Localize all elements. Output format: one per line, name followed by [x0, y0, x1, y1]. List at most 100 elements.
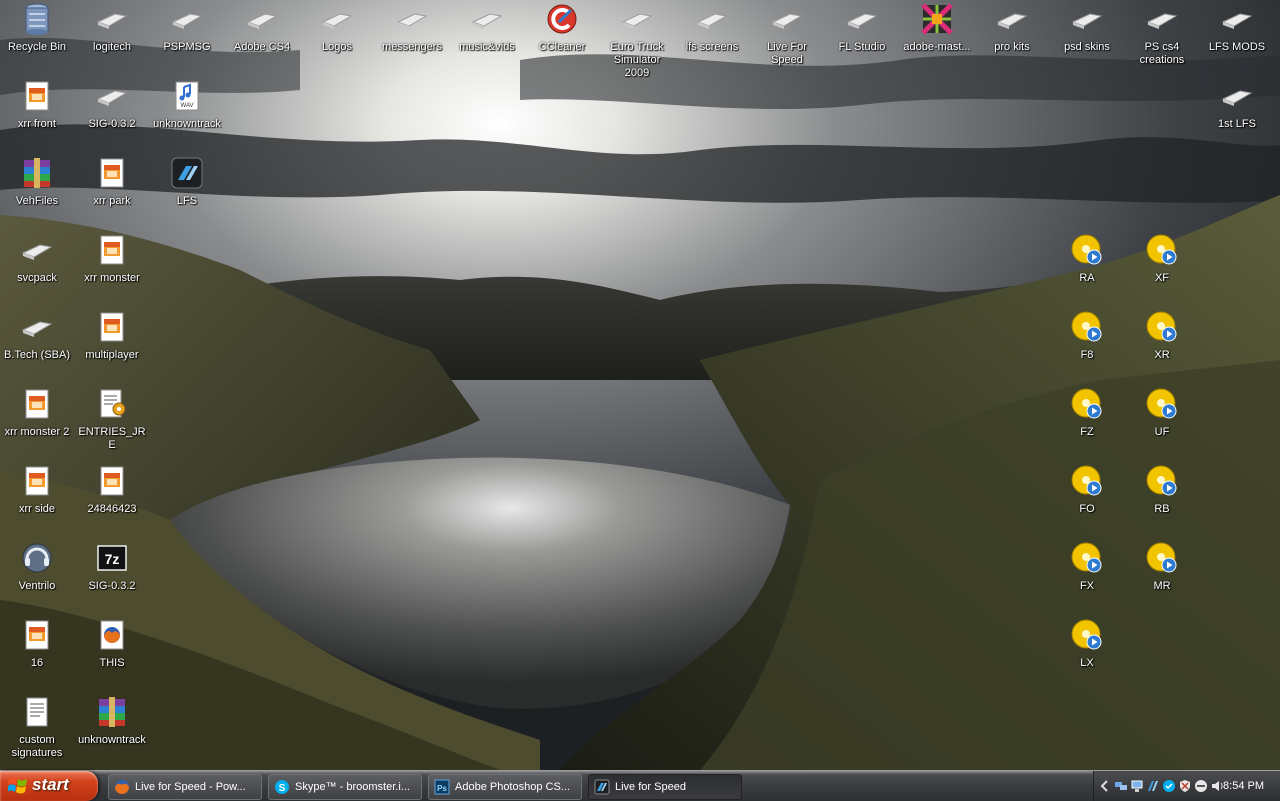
desktop-icon-f8[interactable]: F8	[1050, 308, 1124, 380]
desktop-icon-1st-lfs[interactable]: 1st LFS	[1200, 77, 1274, 149]
taskbar-button-live-for-speed[interactable]: Live for Speed	[588, 774, 742, 800]
desktop-icon-16[interactable]: 16	[0, 616, 74, 688]
desktop-icon-ventrilo[interactable]: Ventrilo	[0, 539, 74, 611]
desktop-icon-lfs-mods[interactable]: LFS MODS	[1200, 0, 1274, 72]
desktop-icon-euro-truck[interactable]: Euro Truck Simulator 2009	[600, 0, 674, 79]
folder-icon	[845, 2, 879, 36]
tray-expand-chevron-icon[interactable]	[1098, 779, 1112, 793]
desktop-icon-this[interactable]: THIS	[75, 616, 149, 688]
svg-text:S: S	[279, 783, 286, 794]
network-connection-icon[interactable]	[1130, 779, 1144, 793]
desktop-icon-btech[interactable]: B.Tech (SBA)	[0, 308, 74, 380]
image-file-icon	[95, 156, 129, 190]
desktop-icon-logos[interactable]: Logos	[300, 0, 374, 72]
desktop-icon-24846423[interactable]: 24846423	[75, 462, 149, 534]
desktop-icon-messengers[interactable]: messengers	[375, 0, 449, 72]
folder-icon	[620, 2, 654, 36]
desktop-icon-xrr-front[interactable]: xrr front	[0, 77, 74, 149]
desktop-icon-xf[interactable]: XF	[1125, 231, 1199, 303]
desktop-icon-ccleaner[interactable]: CCleaner	[525, 0, 599, 72]
desktop-icon-psd-skins[interactable]: psd skins	[1050, 0, 1124, 72]
media-disc-icon	[1070, 310, 1104, 344]
desktop-icon-sig-0-3-2-folder[interactable]: SIG-0.3.2	[75, 77, 149, 149]
desktop-icon-fo[interactable]: FO	[1050, 462, 1124, 534]
desktop-icon-label: RB	[1154, 503, 1170, 515]
desktop-icon-xrr-side[interactable]: xrr side	[0, 462, 74, 534]
shield-icon[interactable]	[1178, 779, 1192, 793]
winrar-archive-icon	[20, 156, 54, 190]
desktop: Recycle Bin xrr front VehFiles svcpack B…	[0, 0, 1280, 770]
desktop-icon-lfs[interactable]: LFS	[150, 154, 224, 226]
image-file-icon	[95, 310, 129, 344]
folder-icon	[320, 2, 354, 36]
folder-icon	[170, 2, 204, 36]
wav-audio-file-icon: WAV	[170, 79, 204, 113]
desktop-icon-label: SIG-0.3.2	[88, 580, 136, 592]
skype-icon: S	[275, 780, 289, 794]
taskbar-button-photoshop[interactable]: Ps Adobe Photoshop CS...	[428, 774, 582, 800]
desktop-icon-label: LX	[1080, 657, 1094, 669]
desktop-icon-uf[interactable]: UF	[1125, 385, 1199, 457]
desktop-icon-adobe-master[interactable]: adobe-mast...	[900, 0, 974, 72]
desktop-icon-lfs-screens[interactable]: lfs screens	[675, 0, 749, 72]
start-button[interactable]: start	[0, 771, 98, 801]
desktop-icon-fz[interactable]: FZ	[1050, 385, 1124, 457]
desktop-icon-label: xrr monster 2	[4, 426, 70, 438]
folder-icon	[245, 2, 279, 36]
desktop-icon-live-for-speed[interactable]: Live For Speed	[750, 0, 824, 72]
skype-tray-icon[interactable]	[1162, 779, 1176, 793]
desktop-icon-label: xrr park	[93, 195, 131, 207]
desktop-icon-label: lfs screens	[685, 41, 739, 53]
desktop-icon-label: 24846423	[87, 503, 137, 515]
desktop-icon-ps-cs4-creations[interactable]: PS cs4 creations	[1125, 0, 1199, 72]
desktop-icon-mr[interactable]: MR	[1125, 539, 1199, 611]
desktop-icon-label: Logos	[322, 41, 352, 53]
desktop-icon-label: THIS	[99, 657, 125, 669]
volume-icon[interactable]	[1210, 779, 1224, 793]
desktop-icon-sig-0-3-2-archive[interactable]: 7z SIG-0.3.2	[75, 539, 149, 611]
desktop-icon-music-vids[interactable]: music&vids	[450, 0, 524, 72]
desktop-icon-lx[interactable]: LX	[1050, 616, 1124, 688]
folder-icon	[1145, 2, 1179, 36]
desktop-icon-xrr-monster-2[interactable]: xrr monster 2	[0, 385, 74, 457]
desktop-icon-rb[interactable]: RB	[1125, 462, 1199, 534]
taskbar-button-label: Skype™ - broomster.i...	[295, 781, 410, 793]
desktop-icon-vehfiles[interactable]: VehFiles	[0, 154, 74, 226]
desktop-icon-pspmsg[interactable]: PSPMSG	[150, 0, 224, 72]
desktop-icon-label: PS cs4 creations	[1139, 41, 1185, 66]
image-file-icon	[95, 464, 129, 498]
desktop-icon-unknowntrack-wav[interactable]: WAV unknowntrack	[150, 77, 224, 149]
desktop-icon-label: unknowntrack	[153, 118, 221, 130]
desktop-icon-xrr-monster[interactable]: xrr monster	[75, 231, 149, 303]
desktop-icon-label: PSPMSG	[163, 41, 211, 53]
desktop-icon-multiplayer[interactable]: multiplayer	[75, 308, 149, 380]
svg-text:WAV: WAV	[181, 103, 194, 109]
taskbar-button-skype[interactable]: S Skype™ - broomster.i...	[268, 774, 422, 800]
status-icon[interactable]	[1194, 779, 1208, 793]
desktop-icon-pro-kits[interactable]: pro kits	[975, 0, 1049, 72]
desktop-icon-svcpack[interactable]: svcpack	[0, 231, 74, 303]
desktop-icon-recycle-bin[interactable]: Recycle Bin	[0, 0, 74, 72]
taskbar-button-live-for-speed-firefox[interactable]: Live for Speed - Pow...	[108, 774, 262, 800]
desktop-icon-logitech[interactable]: logitech	[75, 0, 149, 72]
photoshop-icon: Ps	[434, 779, 450, 795]
folder-icon	[95, 2, 129, 36]
desktop-icon-fl-studio[interactable]: FL Studio	[825, 0, 899, 72]
desktop-icon-adobe-cs4[interactable]: Adobe CS4	[225, 0, 299, 72]
network-icon[interactable]	[1114, 779, 1128, 793]
folder-icon	[695, 2, 729, 36]
desktop-icon-custom-signatures[interactable]: custom signatures	[0, 693, 74, 765]
desktop-icon-ra[interactable]: RA	[1050, 231, 1124, 303]
adobe-master-collection-icon	[920, 2, 954, 36]
desktop-icon-entries-jre[interactable]: ENTRIES_JRE	[75, 385, 149, 457]
taskbar-button-label: Live for Speed - Pow...	[135, 781, 246, 793]
desktop-icon-unknowntrack-rar[interactable]: unknowntrack	[75, 693, 149, 765]
desktop-icon-xr[interactable]: XR	[1125, 308, 1199, 380]
desktop-icon-label: FX	[1079, 580, 1095, 592]
lfs-tray-icon[interactable]	[1146, 779, 1160, 793]
desktop-icon-xrr-park[interactable]: xrr park	[75, 154, 149, 226]
folder-icon	[20, 310, 54, 344]
desktop-icon-fx[interactable]: FX	[1050, 539, 1124, 611]
text-document-icon	[20, 695, 54, 729]
taskbar-clock[interactable]: 8:54 PM	[1223, 771, 1264, 801]
